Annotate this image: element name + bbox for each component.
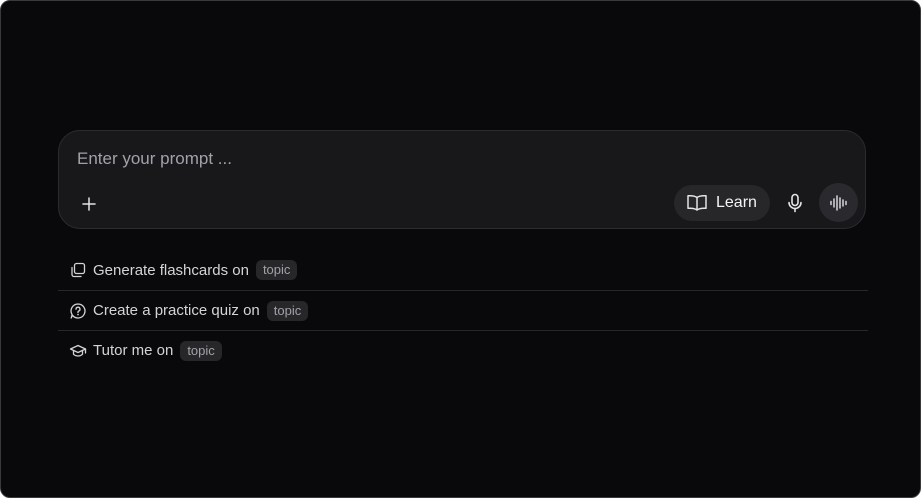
microphone-button[interactable]: [781, 189, 809, 217]
plus-icon: [82, 197, 96, 211]
suggestion-text: Generate flashcards on: [93, 261, 249, 279]
prompt-input[interactable]: [77, 145, 837, 173]
graduation-cap-icon: [69, 342, 87, 360]
copy-cards-icon: [69, 261, 87, 279]
help-circle-icon: [69, 302, 87, 320]
add-attachment-button[interactable]: [75, 190, 103, 218]
audio-waveform-icon: [829, 194, 847, 211]
topic-chip: topic: [266, 300, 309, 321]
suggestion-text: Create a practice quiz on: [93, 302, 260, 319]
suggestion-tutor[interactable]: Tutor me on topic: [58, 330, 868, 370]
app-frame: Learn: [0, 0, 921, 498]
microphone-icon: [788, 193, 802, 213]
suggestion-list: Generate flashcards on topic Create a pr…: [58, 250, 868, 370]
suggestion-flashcards[interactable]: Generate flashcards on topic: [58, 250, 868, 290]
voice-mode-button[interactable]: [819, 183, 858, 222]
topic-chip: topic: [255, 260, 298, 280]
prompt-composer: Learn: [58, 130, 866, 229]
suggestion-practice-quiz[interactable]: Create a practice quiz on topic: [58, 290, 868, 330]
book-open-icon: [687, 194, 707, 211]
learn-label: Learn: [716, 194, 757, 211]
learn-mode-button[interactable]: Learn: [674, 185, 770, 221]
topic-chip: topic: [180, 340, 222, 361]
suggestion-text: Tutor me on: [93, 342, 174, 359]
